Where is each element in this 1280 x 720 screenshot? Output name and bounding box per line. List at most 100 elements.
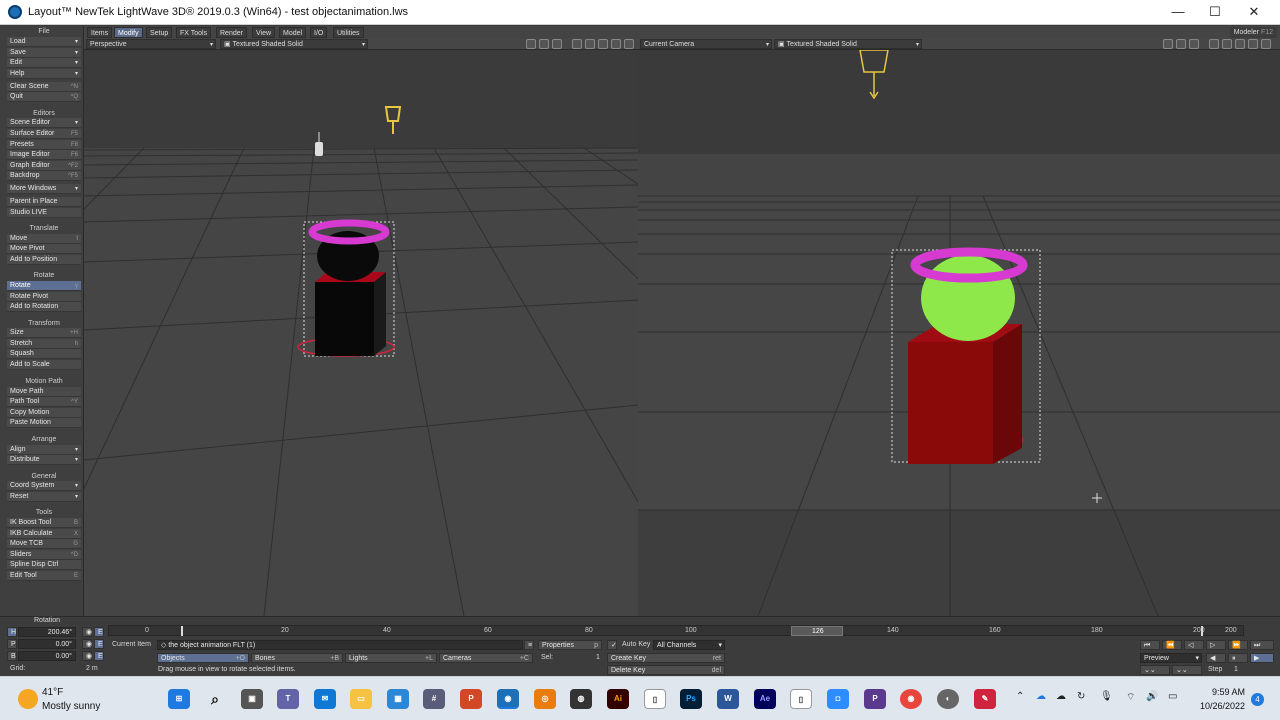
pan-icon[interactable] — [585, 39, 595, 49]
eye-icon[interactable]: ◉ — [82, 651, 92, 661]
tab-setup[interactable]: Setup — [146, 27, 173, 38]
h-channel-button[interactable]: H — [7, 627, 17, 637]
sidebar-item-coord-system[interactable]: Coord System ▾ — [7, 481, 81, 491]
sidebar-item-surface-editor[interactable]: Surface Editor F5 — [7, 129, 81, 139]
e-toggle-button[interactable]: E — [94, 627, 104, 637]
sidebar-item-backdrop[interactable]: Backdrop ^F5 — [7, 171, 81, 181]
wifi-icon[interactable]: ⌔ — [1126, 691, 1135, 704]
properties-button[interactable]: Properties p — [538, 640, 602, 650]
play-icon[interactable]: ▶ — [1250, 653, 1274, 663]
sidebar-item-parent-in-place[interactable]: Parent in Place — [7, 197, 81, 207]
e-toggle-button[interactable]: E — [94, 651, 104, 661]
clock-date[interactable]: 10/26/2022 — [1193, 701, 1245, 711]
after-effects-icon[interactable]: Ae — [754, 689, 776, 709]
task-view-icon[interactable]: ▣ — [241, 689, 263, 709]
pitch-field[interactable]: 0.00° — [18, 639, 76, 649]
notepad-icon[interactable]: ▯ — [644, 689, 666, 709]
teams-icon[interactable]: T — [277, 689, 299, 709]
sidebar-item-ik-boost-tool[interactable]: IK Boost Tool B — [7, 518, 81, 528]
windows-start-icon[interactable]: ⊞ — [168, 689, 190, 709]
sidebar-item-graph-editor[interactable]: Graph Editor ^F2 — [7, 161, 81, 171]
sidebar-item-sliders[interactable]: Sliders ^D — [7, 550, 81, 560]
sidebar-item-help[interactable]: Help ▾ — [7, 69, 81, 79]
shading-mode-select[interactable]: ▣ Textured Shaded Solid ▾ — [220, 39, 368, 49]
tab-items[interactable]: Items — [87, 27, 113, 38]
weather-sun-icon[interactable] — [18, 689, 38, 709]
sidebar-item-squash[interactable]: Squash — [7, 349, 81, 359]
file-explorer-icon[interactable]: ▭ — [350, 689, 372, 709]
first-frame-icon[interactable]: ⏮ — [1140, 640, 1160, 650]
sidebar-item-more-windows[interactable]: More Windows ▾ — [7, 184, 81, 194]
preview-select[interactable]: Preview ▾ — [1140, 653, 1202, 663]
cameras-button[interactable]: Cameras +C — [439, 653, 533, 663]
calculator-icon[interactable]: # — [423, 689, 445, 709]
phpstorm-icon[interactable]: P — [864, 689, 886, 709]
eye-icon[interactable]: ◉ — [82, 627, 92, 637]
sidebar-item-quit[interactable]: Quit ^Q — [7, 92, 81, 102]
cloud-sync-icon[interactable]: ☁ — [1056, 691, 1066, 702]
minimize-button[interactable]: — — [1168, 3, 1188, 21]
lock-icon[interactable] — [1163, 39, 1173, 49]
tab-io[interactable]: I/O — [310, 27, 328, 38]
sidebar-item-rotate[interactable]: Rotate y — [7, 281, 81, 291]
mail-icon[interactable]: ✉ — [314, 689, 336, 709]
zoom-icon[interactable] — [1248, 39, 1258, 49]
zoom-app-icon[interactable]: ◘ — [827, 689, 849, 709]
sidebar-item-save[interactable]: Save ▾ — [7, 48, 81, 58]
eye-icon[interactable]: ◉ — [82, 639, 92, 649]
view-type-select[interactable]: Perspective ▾ — [86, 39, 216, 49]
close-button[interactable]: ✕ — [1244, 3, 1264, 21]
volume-icon[interactable]: 🔊 — [1146, 691, 1158, 702]
auto-key-checkbox[interactable]: ✓ — [607, 640, 617, 650]
powerpoint-icon[interactable]: P — [460, 689, 482, 709]
previous-frame-icon[interactable]: ◁ — [1184, 640, 1204, 650]
objects-button[interactable]: Objects +O — [157, 653, 249, 663]
tab-utilities[interactable]: Utilities — [333, 27, 364, 38]
sidebar-item-edit-tool[interactable]: Edit Tool E — [7, 571, 81, 581]
sidebar-item-stretch[interactable]: Stretch h — [7, 339, 81, 349]
sidebar-item-path-tool[interactable]: Path Tool ^Y — [7, 397, 81, 407]
pause-icon[interactable]: ⏸ — [1228, 653, 1248, 663]
gear-icon[interactable] — [539, 39, 549, 49]
sidebar-item-add-to-rotation[interactable]: Add to Rotation — [7, 302, 81, 312]
maximize-viewport-icon[interactable] — [1261, 39, 1271, 49]
sidebar-item-reset[interactable]: Reset ▾ — [7, 492, 81, 502]
tab-model[interactable]: Model — [279, 27, 307, 38]
sidebar-item-move[interactable]: Move t — [7, 234, 81, 244]
last-frame-icon[interactable]: ⏭ — [1250, 640, 1274, 650]
sidebar-item-rotate-pivot[interactable]: Rotate Pivot — [7, 292, 81, 302]
bank-field[interactable]: 0.00° — [18, 651, 76, 661]
sidebar-item-distribute[interactable]: Distribute ▾ — [7, 455, 81, 465]
word-icon[interactable]: W — [717, 689, 739, 709]
current-item-select[interactable]: ◇ the object animation FLT (1) — [157, 640, 523, 650]
next-frame-icon[interactable]: ▷ — [1206, 640, 1226, 650]
gear-icon[interactable] — [1176, 39, 1186, 49]
eye-icon[interactable] — [552, 39, 562, 49]
sidebar-item-spline-disp-ctrl[interactable]: Spline Disp Ctrl — [7, 560, 81, 570]
orbit-icon[interactable] — [1209, 39, 1219, 49]
autodesk-icon[interactable]: ✎ — [974, 689, 996, 709]
create-key-button[interactable]: Create Key ret — [607, 653, 725, 663]
rotate-view-icon[interactable] — [598, 39, 608, 49]
modeler-button[interactable]: Modeler F12 — [1229, 27, 1277, 38]
delete-key-button[interactable]: Delete Key del — [607, 665, 725, 675]
sidebar-item-image-editor[interactable]: Image Editor F6 — [7, 150, 81, 160]
sidebar-item-edit[interactable]: Edit ▾ — [7, 58, 81, 68]
sidebar-item-scene-editor[interactable]: Scene Editor ▾ — [7, 118, 81, 128]
store-icon[interactable]: ▦ — [387, 689, 409, 709]
tab-render[interactable]: Render — [216, 27, 247, 38]
zoom-icon[interactable] — [611, 39, 621, 49]
shading-mode-select[interactable]: ▣ Textured Shaded Solid ▾ — [774, 39, 922, 49]
orbit-icon[interactable] — [572, 39, 582, 49]
onedrive-icon[interactable]: ☁ — [1036, 691, 1046, 702]
sidebar-item-copy-motion[interactable]: Copy Motion — [7, 408, 81, 418]
e-toggle-button[interactable]: E — [94, 639, 104, 649]
illustrator-icon[interactable]: Ai — [607, 689, 629, 709]
heading-field[interactable]: 200.46° — [18, 627, 76, 637]
file-icon[interactable]: ▯ — [790, 689, 812, 709]
list-icon[interactable]: ≡ — [524, 640, 534, 650]
sidebar-item-load[interactable]: Load ▾ — [7, 37, 81, 47]
perspective-scene[interactable] — [84, 50, 638, 616]
davinci-icon[interactable]: ◍ — [570, 689, 592, 709]
sidebar-item-ikb-calculate[interactable]: IKB Calculate X — [7, 529, 81, 539]
